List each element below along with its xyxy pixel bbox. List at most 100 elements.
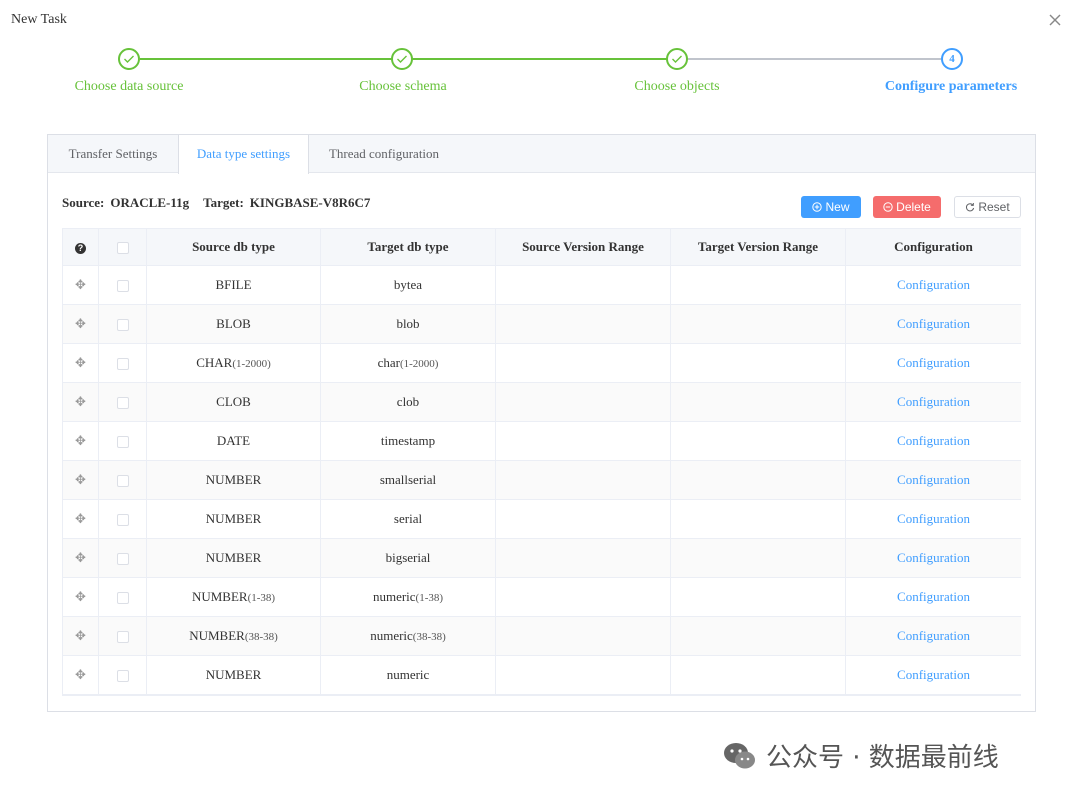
drag-icon[interactable]: ✥ xyxy=(75,433,86,448)
table-row: ✥ BLOB blob Configuration xyxy=(62,304,1021,344)
row-checkbox[interactable] xyxy=(116,280,129,293)
row-checkbox[interactable] xyxy=(116,475,129,488)
help-icon[interactable]: ? xyxy=(75,242,86,254)
configuration-link[interactable]: Configuration xyxy=(897,589,970,604)
target-version-range-cell xyxy=(670,382,846,422)
row-checkbox[interactable] xyxy=(116,592,129,605)
table-row: ✥ NUMBER serial Configuration xyxy=(62,499,1021,539)
new-button-label: New xyxy=(825,200,850,214)
source-type-cell: CLOB xyxy=(146,382,321,422)
configuration-link[interactable]: Configuration xyxy=(897,316,970,331)
source-type: NUMBER xyxy=(205,472,262,487)
target-type-cell: numeric(38-38) xyxy=(320,616,496,656)
drag-icon[interactable]: ✥ xyxy=(75,511,86,526)
delete-button[interactable]: Delete xyxy=(873,196,941,218)
table-row: ✥ CHAR(1-2000) char(1-2000) Configuration xyxy=(62,343,1021,383)
row-checkbox[interactable] xyxy=(116,514,129,527)
target-type-cell: char(1-2000) xyxy=(320,343,496,383)
drag-icon[interactable]: ✥ xyxy=(75,589,86,604)
table-row: ✥ CLOB clob Configuration xyxy=(62,382,1021,422)
target-type-range: (1-2000) xyxy=(399,358,439,370)
configuration-link[interactable]: Configuration xyxy=(897,550,970,565)
row-checkbox[interactable] xyxy=(116,319,129,332)
drag-cell: ✥ xyxy=(62,460,99,500)
step-4-number: 4 xyxy=(941,48,963,70)
configuration-link[interactable]: Configuration xyxy=(897,394,970,409)
drag-icon[interactable]: ✥ xyxy=(75,394,86,409)
table-row: ✥ DATE timestamp Configuration xyxy=(62,421,1021,461)
configuration-link[interactable]: Configuration xyxy=(897,472,970,487)
source-type-cell: NUMBER xyxy=(146,460,321,500)
row-checkbox[interactable] xyxy=(116,436,129,449)
row-checkbox[interactable] xyxy=(116,631,129,644)
header-target-db-type: Target db type xyxy=(320,228,496,266)
minus-circle-icon xyxy=(883,202,893,212)
source-version-range-cell xyxy=(495,538,671,578)
table-row: ✥ NUMBER bigserial Configuration xyxy=(62,538,1021,578)
configuration-link[interactable]: Configuration xyxy=(897,628,970,643)
delete-button-label: Delete xyxy=(896,200,931,214)
target-version-range-cell xyxy=(670,421,846,461)
target-version-range-cell xyxy=(670,460,846,500)
tab-thread-configuration[interactable]: Thread configuration xyxy=(309,135,459,173)
source-type: DATE xyxy=(216,433,251,448)
source-type-range: (1-38) xyxy=(247,592,276,604)
configuration-link[interactable]: Configuration xyxy=(897,667,970,682)
target-type-cell: bigserial xyxy=(320,538,496,578)
drag-icon[interactable]: ✥ xyxy=(75,277,86,292)
target-type: blob xyxy=(396,316,420,331)
drag-icon[interactable]: ✥ xyxy=(75,550,86,565)
table-header-row: ? Source db type Target db type Source V… xyxy=(62,228,1021,266)
configuration-link[interactable]: Configuration xyxy=(897,433,970,448)
source-version-range-cell xyxy=(495,499,671,539)
drag-icon[interactable]: ✥ xyxy=(75,628,86,643)
configuration-link[interactable]: Configuration xyxy=(897,277,970,292)
source-type: NUMBER xyxy=(205,511,262,526)
close-icon[interactable] xyxy=(1046,11,1064,29)
step-connector xyxy=(140,58,392,60)
target-type: numeric xyxy=(372,589,416,604)
drag-icon[interactable]: ✥ xyxy=(75,316,86,331)
row-checkbox[interactable] xyxy=(116,397,129,410)
step-label-objects: Choose objects xyxy=(634,79,720,94)
new-button[interactable]: New xyxy=(801,196,861,218)
tab-transfer-settings[interactable]: Transfer Settings xyxy=(48,135,178,173)
drag-cell: ✥ xyxy=(62,499,99,539)
configuration-link[interactable]: Configuration xyxy=(897,511,970,526)
drag-icon[interactable]: ✥ xyxy=(75,355,86,370)
configuration-link[interactable]: Configuration xyxy=(897,355,970,370)
drag-icon[interactable]: ✥ xyxy=(75,472,86,487)
target-version-range-cell xyxy=(670,343,846,383)
table-row: ✥ NUMBER(1-38) numeric(1-38) Configuration xyxy=(62,577,1021,617)
source-type: NUMBER xyxy=(205,550,262,565)
target-type: smallserial xyxy=(379,472,437,487)
configuration-cell: Configuration xyxy=(845,265,1021,305)
target-type: bytea xyxy=(393,277,423,292)
source-type-cell: CHAR(1-2000) xyxy=(146,343,321,383)
target-type: bigserial xyxy=(385,550,431,565)
configuration-cell: Configuration xyxy=(845,538,1021,578)
row-checkbox[interactable] xyxy=(116,670,129,683)
step-connector xyxy=(687,58,941,60)
row-checkbox[interactable] xyxy=(116,358,129,371)
select-cell xyxy=(98,304,147,344)
drag-cell: ✥ xyxy=(62,382,99,422)
target-version-range-cell xyxy=(670,499,846,539)
table-row: ✥ NUMBER(38-38) numeric(38-38) Configuratio… xyxy=(62,616,1021,656)
data-type-table: ? Source db type Target db type Source V… xyxy=(62,228,1021,696)
target-type-cell: smallserial xyxy=(320,460,496,500)
select-all-header xyxy=(98,228,147,266)
source-type-range: (38-38) xyxy=(244,631,278,643)
select-all-checkbox[interactable] xyxy=(116,242,129,255)
watermark: 公众号 · 数据最前线 xyxy=(722,737,999,774)
reset-button[interactable]: Reset xyxy=(954,196,1021,218)
source-type-cell: BLOB xyxy=(146,304,321,344)
drag-cell: ✥ xyxy=(62,655,99,695)
refresh-icon xyxy=(966,202,975,212)
tab-data-type-settings[interactable]: Data type settings xyxy=(178,135,309,174)
drag-icon[interactable]: ✥ xyxy=(75,667,86,682)
source-version-range-cell xyxy=(495,265,671,305)
row-checkbox[interactable] xyxy=(116,553,129,566)
source-version-range-cell xyxy=(495,577,671,617)
source-type-cell: NUMBER(38-38) xyxy=(146,616,321,656)
